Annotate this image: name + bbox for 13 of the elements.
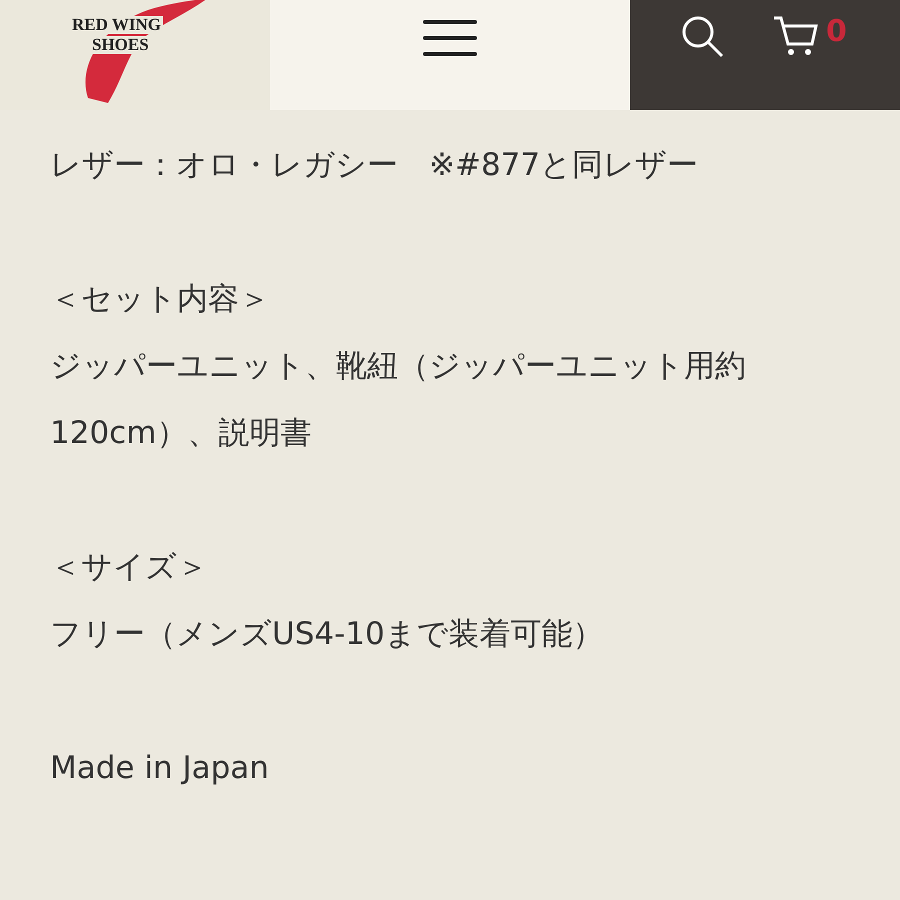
cart-count: 0: [826, 14, 847, 50]
cart-icon[interactable]: [772, 14, 818, 58]
logo-text: RED WING: [70, 16, 163, 34]
menu-icon[interactable]: [423, 18, 477, 58]
search-icon[interactable]: [680, 14, 724, 58]
logo-text: SHOES: [90, 36, 151, 54]
paragraph: ＜サイズ＞: [50, 548, 209, 587]
logo[interactable]: RED WING SHOES: [60, 0, 210, 110]
paragraph: フリー（メンズUS4-10まで装着可能）: [50, 615, 605, 654]
paragraph: ＜セット内容＞: [50, 280, 271, 319]
paragraph: ジッパーユニット、靴紐（ジッパーユニット用約120cm）、説明書: [50, 347, 747, 453]
paragraph: レザー：オロ・レガシー ※#877と同レザー: [50, 146, 700, 185]
paragraph: Made in Japan: [50, 749, 270, 788]
